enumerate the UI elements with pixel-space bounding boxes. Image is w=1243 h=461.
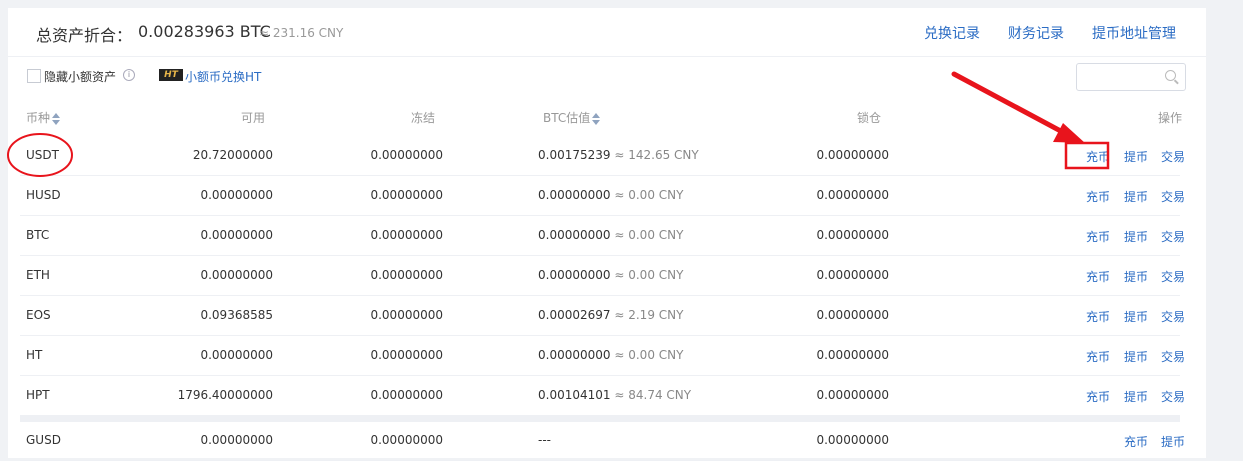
withdraw-button[interactable]: 提币	[1124, 268, 1148, 285]
available-amount: 0.00000000	[200, 268, 273, 282]
hide-small-assets-checkbox[interactable]	[27, 69, 41, 83]
available-amount: 1796.40000000	[177, 388, 273, 402]
column-header-frozen: 冻结	[410, 111, 435, 125]
table-row: ETH 0.00000000 0.00000000 0.00000000 ≈ 0.00…	[20, 255, 1185, 296]
deposit-button[interactable]: 充币	[1086, 228, 1110, 245]
deposit-button[interactable]: 充币	[1086, 388, 1110, 405]
deposit-button[interactable]: 充币	[1086, 268, 1110, 285]
available-amount: 0.00000000	[200, 433, 273, 447]
frozen-amount: 0.00000000	[370, 228, 443, 242]
available-amount: 0.00000000	[200, 348, 273, 362]
locked-amount: 0.00000000	[816, 228, 889, 242]
coin-name: BTC	[26, 228, 50, 242]
column-header-available: 可用	[240, 111, 265, 125]
sort-icon[interactable]	[592, 112, 601, 125]
available-amount: 0.00000000	[200, 228, 273, 242]
withdraw-button[interactable]: 提币	[1124, 388, 1148, 405]
ht-logo-icon: HT	[159, 69, 183, 81]
coin-name: USDT	[26, 148, 59, 162]
frozen-amount: 0.00000000	[370, 308, 443, 322]
deposit-button[interactable]: 充币	[1086, 148, 1110, 165]
table-section-divider	[20, 415, 1180, 422]
locked-amount: 0.00000000	[816, 268, 889, 282]
trade-button[interactable]: 交易	[1161, 348, 1185, 365]
btc-value: 0.00000000 ≈ 0.00 CNY	[538, 348, 684, 362]
trade-button[interactable]: 交易	[1161, 188, 1185, 205]
column-header-coin[interactable]: 币种	[26, 109, 61, 126]
btc-value: 0.00002697 ≈ 2.19 CNY	[538, 308, 684, 322]
locked-amount: 0.00000000	[816, 308, 889, 322]
frozen-amount: 0.00000000	[370, 348, 443, 362]
available-amount: 20.72000000	[192, 148, 273, 162]
coin-name: ETH	[26, 268, 50, 282]
table-row: HPT 1796.40000000 0.00000000 0.00104101 ≈ 8…	[20, 375, 1185, 416]
coin-name: EOS	[26, 308, 51, 322]
total-assets-label: 总资产折合：	[36, 26, 133, 45]
coin-name: GUSD	[26, 433, 61, 447]
frozen-amount: 0.00000000	[370, 268, 443, 282]
coin-name: HUSD	[26, 188, 61, 202]
column-header-locked: 锁仓	[856, 111, 881, 125]
withdraw-button[interactable]: 提币	[1124, 308, 1148, 325]
btc-value: ---	[538, 433, 551, 447]
deposit-button[interactable]: 充币	[1086, 188, 1110, 205]
locked-amount: 0.00000000	[816, 188, 889, 202]
trade-button[interactable]: 交易	[1161, 388, 1185, 405]
available-amount: 0.00000000	[200, 188, 273, 202]
info-icon[interactable]: i	[123, 69, 135, 81]
table-row: GUSD 0.00000000 0.00000000 --- 0.00000000 充币…	[20, 420, 1185, 461]
trade-button[interactable]: 交易	[1161, 148, 1185, 165]
total-assets-btc: 0.00283963 BTC	[138, 22, 271, 41]
withdraw-address-management-link[interactable]: 提币地址管理	[1092, 23, 1176, 43]
withdraw-button[interactable]: 提币	[1124, 148, 1148, 165]
column-header-actions: 操作	[1157, 111, 1182, 125]
coin-name: HPT	[26, 388, 50, 402]
available-amount: 0.09368585	[200, 308, 273, 322]
btc-value: 0.00175239 ≈ 142.65 CNY	[538, 148, 699, 162]
trade-button[interactable]: 交易	[1161, 228, 1185, 245]
coin-name: HT	[26, 348, 43, 362]
btc-value: 0.00000000 ≈ 0.00 CNY	[538, 188, 684, 202]
finance-records-link[interactable]: 财务记录	[1008, 23, 1064, 43]
column-header-btc-value[interactable]: BTC估值	[543, 109, 601, 126]
table-row: EOS 0.09368585 0.00000000 0.00002697 ≈ 2.19…	[20, 295, 1185, 336]
btc-value: 0.00000000 ≈ 0.00 CNY	[538, 268, 684, 282]
btc-value: 0.00104101 ≈ 84.74 CNY	[538, 388, 692, 402]
locked-amount: 0.00000000	[816, 148, 889, 162]
exchange-records-link[interactable]: 兑换记录	[924, 23, 980, 43]
withdraw-button[interactable]: 提币	[1124, 228, 1148, 245]
withdraw-button[interactable]: 充币	[1124, 433, 1148, 450]
frozen-amount: 0.00000000	[370, 433, 443, 447]
locked-amount: 0.00000000	[816, 348, 889, 362]
header-bar: 总资产折合： 0.00283963 BTC ≈ 231.16 CNY 兑换记录 …	[8, 8, 1206, 57]
table-row: HT 0.00000000 0.00000000 0.00000000 ≈ 0.00 …	[20, 335, 1185, 376]
deposit-button[interactable]: 充币	[1086, 348, 1110, 365]
total-assets-cny: ≈ 231.16 CNY	[259, 26, 344, 40]
trade-button[interactable]: 交易	[1161, 268, 1185, 285]
search-input[interactable]	[1076, 63, 1186, 91]
locked-amount: 0.00000000	[816, 433, 889, 447]
table-row: BTC 0.00000000 0.00000000 0.00000000 ≈ 0.00…	[20, 215, 1185, 256]
assets-panel: 总资产折合： 0.00283963 BTC ≈ 231.16 CNY 兑换记录 …	[8, 8, 1206, 461]
btc-value: 0.00000000 ≈ 0.00 CNY	[538, 228, 684, 242]
convert-small-to-ht-link[interactable]: 小额币兑换HT	[185, 68, 261, 85]
hide-small-assets-label: 隐藏小额资产	[44, 70, 117, 84]
table-row: HUSD 0.00000000 0.00000000 0.00000000 ≈ 0.0…	[20, 175, 1185, 216]
withdraw-button[interactable]: 提币	[1124, 188, 1148, 205]
withdraw-button[interactable]: 提币	[1124, 348, 1148, 365]
table-row: USDT 20.72000000 0.00000000 0.00175239 ≈ 14…	[20, 135, 1185, 176]
deposit-button[interactable]: 充币	[1086, 308, 1110, 325]
frozen-amount: 0.00000000	[370, 148, 443, 162]
trade-button[interactable]: 提币	[1161, 433, 1185, 450]
trade-button[interactable]: 交易	[1161, 308, 1185, 325]
frozen-amount: 0.00000000	[370, 388, 443, 402]
sort-icon[interactable]	[52, 112, 61, 125]
frozen-amount: 0.00000000	[370, 188, 443, 202]
search-icon[interactable]	[1165, 70, 1176, 81]
locked-amount: 0.00000000	[816, 388, 889, 402]
